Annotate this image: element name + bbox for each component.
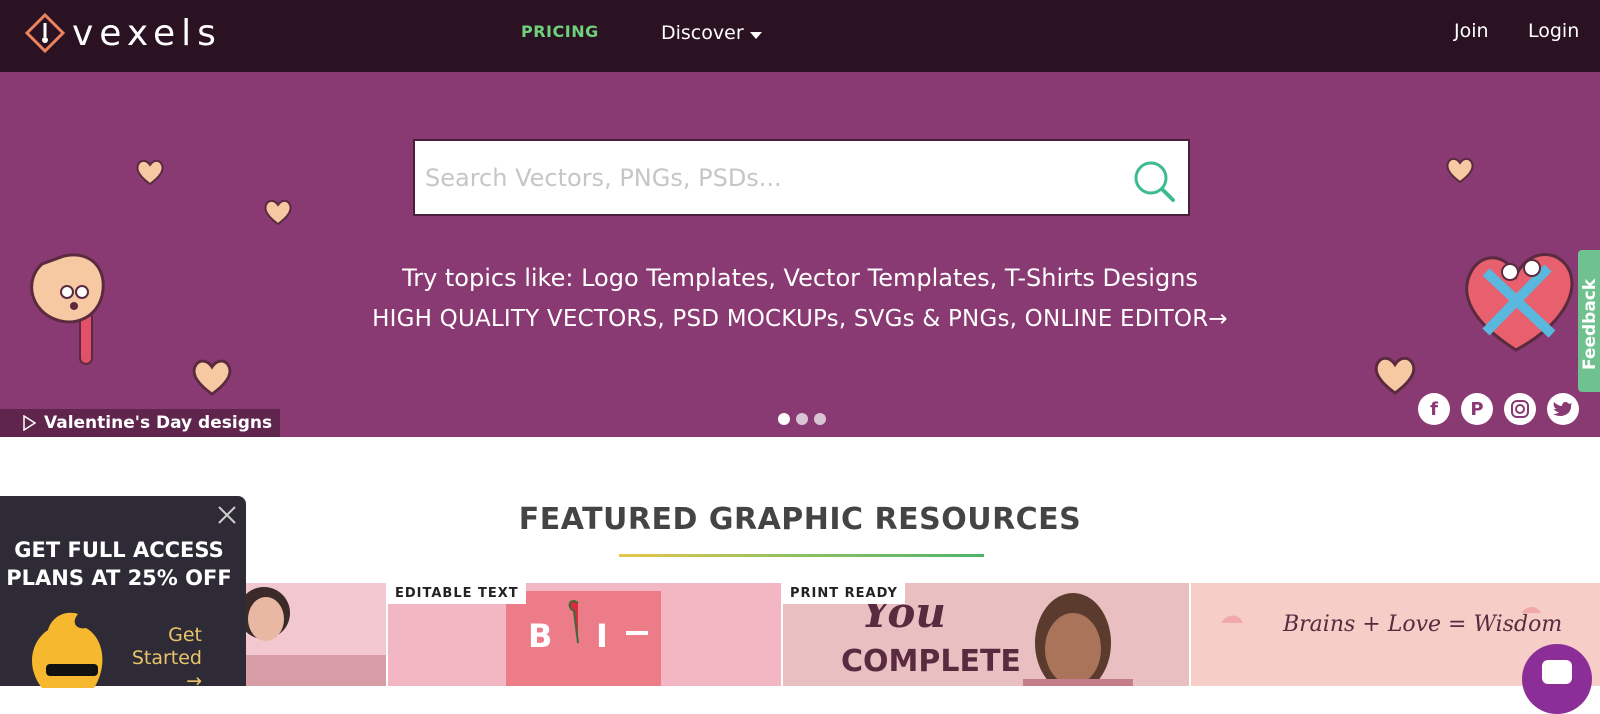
carousel-dot[interactable] [796, 413, 808, 425]
heart-decoration-icon [192, 359, 232, 396]
facebook-icon[interactable]: f [1418, 393, 1450, 425]
search-input[interactable] [425, 159, 1085, 197]
heart-decoration-icon [136, 159, 164, 186]
feedback-tab[interactable]: Feedback [1578, 250, 1600, 392]
card-label: EDITABLE TEXT [388, 583, 526, 604]
diamond-logo-icon [24, 12, 66, 54]
twitter-icon[interactable] [1547, 393, 1579, 425]
play-icon [23, 415, 36, 431]
carousel-dot[interactable] [778, 413, 790, 425]
resource-card[interactable]: B I EDITABLE TEXT [388, 583, 781, 686]
discount-promo-popup: GET FULL ACCESS PLANS AT 25% OFF Get Sta… [0, 496, 246, 692]
vexels-logo[interactable]: vexels [24, 12, 222, 54]
suggested-topics-text[interactable]: Try topics like: Logo Templates, Vector … [0, 264, 1600, 292]
svg-text:COMPLETE: COMPLETE [841, 644, 1021, 679]
carousel-dot[interactable] [814, 413, 826, 425]
editor-promo-link[interactable]: HIGH QUALITY VECTORS, PSD MOCKUPs, SVGs … [0, 306, 1600, 332]
heart-decoration-icon [1374, 356, 1416, 395]
social-links: f P [1418, 393, 1579, 425]
resource-card[interactable]: You COMPLETE PRINT READY [783, 583, 1189, 686]
svg-text:B: B [528, 617, 552, 655]
search-bar [413, 139, 1190, 216]
card-label: PRINT READY [783, 583, 905, 604]
heart-box-character-icon [1465, 253, 1574, 352]
svg-text:I: I [596, 617, 608, 655]
login-link[interactable]: Login [1528, 20, 1579, 42]
resource-card[interactable] [246, 583, 386, 686]
slide-caption-text: Valentine's Day designs [44, 413, 273, 433]
heart-decoration-icon [1446, 157, 1474, 184]
get-started-link[interactable]: Get Started → [122, 624, 202, 693]
carousel-dots [778, 413, 826, 425]
chevron-down-icon [749, 31, 762, 39]
logo-text: vexels [72, 12, 222, 54]
search-icon[interactable] [1131, 159, 1179, 203]
hero-banner: Try topics like: Logo Templates, Vector … [0, 72, 1600, 437]
nav-discover-dropdown[interactable]: Discover [661, 22, 762, 44]
heart-decoration-icon [264, 199, 292, 226]
instagram-icon[interactable] [1504, 393, 1536, 425]
close-icon[interactable] [216, 504, 238, 526]
chat-launcher-button[interactable] [1522, 644, 1592, 714]
nav-discover-label: Discover [661, 22, 744, 44]
join-link[interactable]: Join [1454, 20, 1489, 42]
flame-mascot-icon [31, 612, 103, 688]
title-underline [619, 554, 984, 557]
woman-photo-image [246, 587, 386, 686]
pinterest-icon[interactable]: P [1461, 393, 1493, 425]
chat-icon [1542, 660, 1572, 684]
slide-caption-link[interactable]: Valentine's Day designs [0, 409, 281, 437]
feedback-label: Feedback [1580, 278, 1600, 370]
nav-pricing-link[interactable]: PRICING [521, 22, 599, 41]
svg-text:Brains + Love = Wisdom: Brains + Love = Wisdom [1282, 612, 1562, 637]
promo-title: GET FULL ACCESS PLANS AT 25% OFF [6, 538, 232, 590]
top-navigation-bar: vexels PRICING Discover Join Login [0, 0, 1600, 72]
